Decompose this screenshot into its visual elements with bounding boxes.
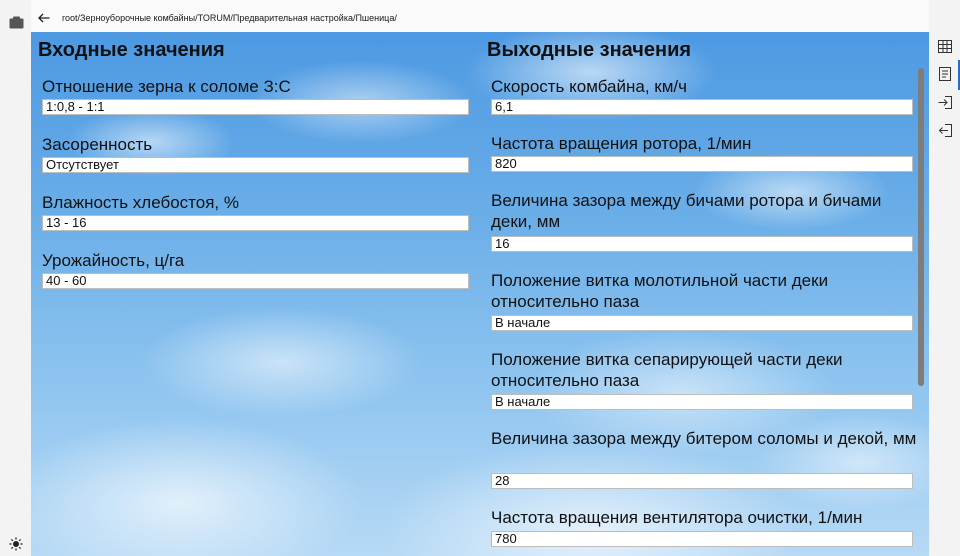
breadcrumb-path: root/Зерноуборочные комбайны/TORUM/Предв… bbox=[62, 13, 397, 23]
folder-icon[interactable] bbox=[8, 14, 24, 30]
field-label: Скорость комбайна, км/ч bbox=[491, 77, 688, 96]
fan-speed-field[interactable]: 780 bbox=[491, 531, 913, 547]
beater-gap-field[interactable]: 28 bbox=[491, 473, 913, 489]
vertical-scrollbar[interactable] bbox=[918, 68, 924, 386]
field-label: Влажность хлебостоя, % bbox=[42, 193, 239, 212]
main-content: Входные значения Отношение зерна к солом… bbox=[31, 32, 929, 556]
field-label: Частота вращения вентилятора очистки, 1/… bbox=[491, 508, 863, 527]
yield-field[interactable]: 40 - 60 bbox=[42, 273, 469, 289]
threshing-position-field[interactable]: В начале bbox=[491, 315, 913, 331]
top-bar: root/Зерноуборочные комбайны/TORUM/Предв… bbox=[31, 0, 929, 32]
logout-icon[interactable] bbox=[937, 122, 953, 138]
sun-icon[interactable] bbox=[8, 536, 24, 552]
field-label: Положение витка сепарирующей части деки … bbox=[491, 350, 843, 390]
table-icon[interactable] bbox=[937, 38, 953, 54]
notes-icon[interactable] bbox=[937, 66, 953, 82]
rotor-speed-field[interactable]: 820 bbox=[491, 156, 913, 172]
field-label: Засоренность bbox=[42, 135, 153, 154]
left-strip bbox=[0, 0, 31, 556]
contamination-field[interactable]: Отсутствует bbox=[42, 157, 469, 173]
separating-position-field[interactable]: В начале bbox=[491, 394, 913, 410]
grain-straw-ratio-field[interactable]: 1:0,8 - 1:1 bbox=[42, 99, 469, 115]
input-section-title: Входные значения bbox=[38, 39, 225, 61]
back-button[interactable] bbox=[36, 10, 52, 26]
rotor-gap-field[interactable]: 16 bbox=[491, 236, 913, 252]
field-label: Величина зазора между битером соломы и д… bbox=[491, 429, 917, 448]
humidity-field[interactable]: 13 - 16 bbox=[42, 215, 469, 231]
login-icon[interactable] bbox=[937, 94, 953, 110]
arrow-left-icon bbox=[38, 13, 50, 23]
field-label: Урожайность, ц/га bbox=[42, 251, 185, 270]
field-label: Частота вращения ротора, 1/мин bbox=[491, 134, 752, 153]
combine-speed-field[interactable]: 6,1 bbox=[491, 99, 913, 115]
right-strip bbox=[929, 0, 960, 556]
output-section-title: Выходные значения bbox=[487, 39, 692, 61]
field-label: Величина зазора между бичами ротора и би… bbox=[491, 191, 882, 231]
field-label: Отношение зерна к соломе З:С bbox=[42, 77, 291, 96]
field-label: Положение витка молотильной части деки о… bbox=[491, 271, 829, 311]
